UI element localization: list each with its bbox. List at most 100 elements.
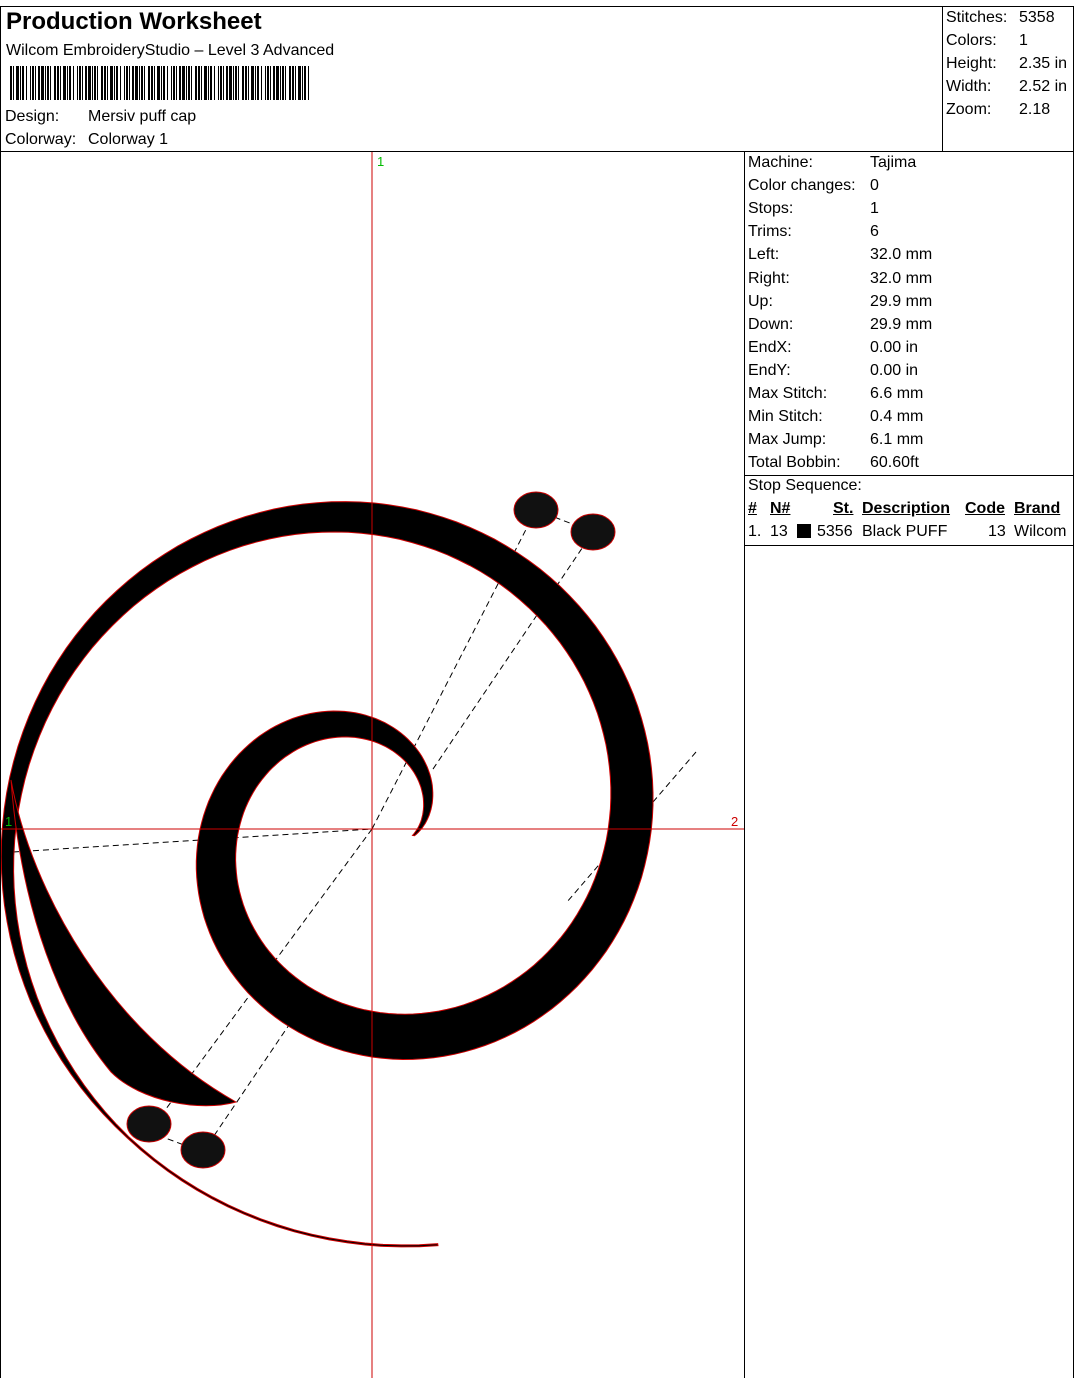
barcode-bar bbox=[144, 66, 145, 100]
barcode-bar bbox=[173, 66, 175, 100]
spiral-fill bbox=[1, 501, 654, 1248]
barcode-bar bbox=[257, 66, 259, 100]
barcode-bar bbox=[276, 66, 279, 100]
barcode-bar bbox=[308, 66, 309, 100]
barcode-bar bbox=[114, 66, 115, 100]
stat-value: 60.60ft bbox=[870, 454, 919, 471]
stat-label: Machine: bbox=[748, 154, 813, 171]
barcode-bar bbox=[295, 66, 296, 100]
stat-value: 0.00 in bbox=[870, 339, 919, 356]
barcode-bar bbox=[13, 66, 14, 100]
barcode-bar bbox=[229, 66, 232, 100]
barcode-bar bbox=[198, 66, 200, 100]
barcode-bar bbox=[132, 66, 134, 100]
width-label: Width: bbox=[946, 78, 992, 95]
barcode-bar bbox=[141, 66, 143, 100]
barcode-bar bbox=[245, 66, 247, 100]
barcode-bar bbox=[97, 66, 98, 100]
barcode-bar bbox=[304, 66, 306, 100]
barcode-bar bbox=[32, 66, 34, 100]
barcode-bar bbox=[251, 66, 254, 100]
row-code: 13 bbox=[988, 523, 1006, 540]
design-value: Mersiv puff cap bbox=[88, 108, 197, 125]
col-header-needle: N# bbox=[770, 500, 791, 517]
barcode-bar bbox=[69, 66, 71, 100]
barcode-bar bbox=[167, 66, 168, 100]
barcode-bar bbox=[104, 66, 106, 100]
barcode-bar bbox=[124, 66, 125, 100]
barcode-bar bbox=[270, 66, 271, 100]
stat-label: Max Stitch: bbox=[748, 385, 828, 402]
stat-value: 32.0 mm bbox=[870, 246, 933, 263]
barcode-bar bbox=[107, 66, 108, 100]
barcode-bar bbox=[191, 66, 192, 100]
stat-value: 0 bbox=[870, 177, 879, 194]
page-title: Production Worksheet bbox=[6, 8, 262, 35]
colors-value: 1 bbox=[1019, 32, 1028, 49]
colorway-value: Colorway 1 bbox=[88, 131, 169, 148]
stitches-value: 5358 bbox=[1019, 9, 1055, 26]
barcode-bar bbox=[255, 66, 256, 100]
barcode-bar bbox=[26, 66, 27, 100]
barcode-bar bbox=[218, 66, 219, 100]
barcode-bar bbox=[110, 66, 113, 100]
barcode-bar bbox=[73, 66, 74, 100]
barcode-bar bbox=[267, 66, 269, 100]
row-brand: Wilcom bbox=[1014, 523, 1067, 540]
height-label: Height: bbox=[946, 55, 997, 72]
barcode-bar bbox=[204, 66, 207, 100]
height-value: 2.35 in bbox=[1019, 55, 1068, 72]
puff-dot bbox=[570, 513, 616, 551]
stat-label: Stops: bbox=[748, 200, 794, 217]
barcode-bar bbox=[302, 66, 303, 100]
barcode-bar bbox=[176, 66, 177, 100]
stat-value: 0.00 in bbox=[870, 362, 919, 379]
barcode-bar bbox=[10, 66, 12, 100]
barcode-bar bbox=[67, 66, 68, 100]
row-needle: 13 bbox=[770, 523, 788, 540]
barcode-bar bbox=[292, 66, 294, 100]
barcode-bar bbox=[54, 66, 56, 100]
colors-label: Colors: bbox=[946, 32, 997, 49]
barcode-bar bbox=[50, 66, 51, 100]
barcode-bar bbox=[47, 66, 49, 100]
stat-label: Total Bobbin: bbox=[748, 454, 841, 471]
barcode-bar bbox=[79, 66, 81, 100]
barcode-bar bbox=[214, 66, 215, 100]
stat-label: Color changes: bbox=[748, 177, 856, 194]
colorway-label: Colorway: bbox=[5, 131, 77, 148]
barcode-bar bbox=[45, 66, 46, 100]
barcode-bar bbox=[220, 66, 222, 100]
barcode-bar bbox=[285, 66, 286, 100]
barcode-bar bbox=[163, 66, 165, 100]
puff-dot bbox=[180, 1131, 226, 1169]
row-stitches: 5356 bbox=[817, 523, 853, 540]
barcode-bar bbox=[60, 66, 61, 100]
barcode-bar bbox=[151, 66, 153, 100]
barcode-bar bbox=[94, 66, 96, 100]
puff-dot bbox=[513, 491, 559, 529]
barcode-bar bbox=[120, 66, 121, 100]
barcode-bar bbox=[85, 66, 87, 100]
barcode-bar bbox=[161, 66, 162, 100]
barcode-bar bbox=[226, 66, 228, 100]
stat-value: Tajima bbox=[870, 154, 917, 171]
stat-value: 6.6 mm bbox=[870, 385, 924, 402]
stat-label: Down: bbox=[748, 316, 794, 333]
stop-table-bottom-border bbox=[744, 545, 1074, 546]
row-description: Black PUFF bbox=[862, 523, 948, 540]
col-header-code: Code bbox=[965, 500, 1005, 517]
barcode-bar bbox=[298, 66, 301, 100]
barcode-bar bbox=[242, 66, 244, 100]
barcode-bar bbox=[208, 66, 209, 100]
barcode-bar bbox=[261, 66, 262, 100]
barcode-bar bbox=[282, 66, 284, 100]
barcode-bar bbox=[179, 66, 181, 100]
barcode-bar bbox=[195, 66, 197, 100]
col-header-description: Description bbox=[862, 500, 951, 517]
stat-label: Right: bbox=[748, 270, 790, 287]
side-panel-divider bbox=[744, 151, 745, 1378]
barcode-bar bbox=[188, 66, 190, 100]
barcode-bar bbox=[171, 66, 172, 100]
barcode-bar bbox=[63, 66, 66, 100]
